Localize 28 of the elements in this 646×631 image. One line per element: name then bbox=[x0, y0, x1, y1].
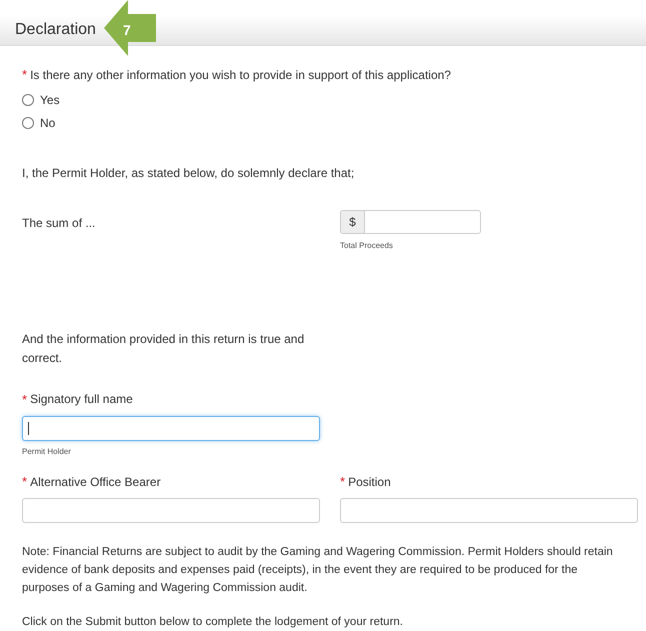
question-label: Is there any other information you wish to provide in support of this application? bbox=[30, 66, 451, 84]
sum-label: The sum of ... bbox=[22, 214, 96, 232]
required-asterisk: * bbox=[340, 473, 346, 491]
amount-field[interactable]: $ bbox=[340, 210, 481, 234]
name-input-field[interactable] bbox=[22, 416, 320, 441]
currency-prefix: $ bbox=[341, 210, 365, 232]
step-number: 7 bbox=[123, 21, 131, 40]
field-label: Alternative Office Bearer bbox=[30, 474, 161, 491]
required-asterisk: * bbox=[22, 390, 28, 408]
radio-option[interactable]: Yes bbox=[22, 92, 624, 108]
arrow-shape-icon bbox=[104, 0, 156, 56]
declaration-text: I, the Permit Holder, as stated below, do solemnly declare that; bbox=[22, 164, 356, 182]
radio-button[interactable] bbox=[22, 94, 34, 106]
radio-option[interactable]: No bbox=[22, 114, 624, 130]
required-asterisk: * bbox=[22, 473, 28, 491]
help-text: Total Proceeds bbox=[340, 240, 394, 252]
statement-text: And the information provided in this return is true and correct. bbox=[22, 330, 306, 366]
field-label: Signatory full name bbox=[30, 391, 133, 408]
instruction-text: Click on the Submit button below to complete the lodgement of your return. bbox=[22, 614, 404, 630]
note-text: Note: Financial Returns are subject to audit by the Gaming and Wagering Commission. Permit Holders should retain evidence of bank deposits and expenses paid (receipts), in the event they are required to be produced for the purposes of a Gaming and Wagering Commission audit. bbox=[22, 544, 614, 596]
text-input-field[interactable] bbox=[22, 498, 320, 522]
text-input-field[interactable] bbox=[340, 498, 638, 522]
radio-button[interactable] bbox=[22, 116, 34, 128]
required-asterisk: * bbox=[22, 66, 28, 84]
section-title: Declaration bbox=[15, 20, 96, 40]
help-text: Permit Holder bbox=[22, 446, 72, 458]
field-label: Position bbox=[348, 474, 391, 491]
text-cursor bbox=[28, 422, 29, 435]
